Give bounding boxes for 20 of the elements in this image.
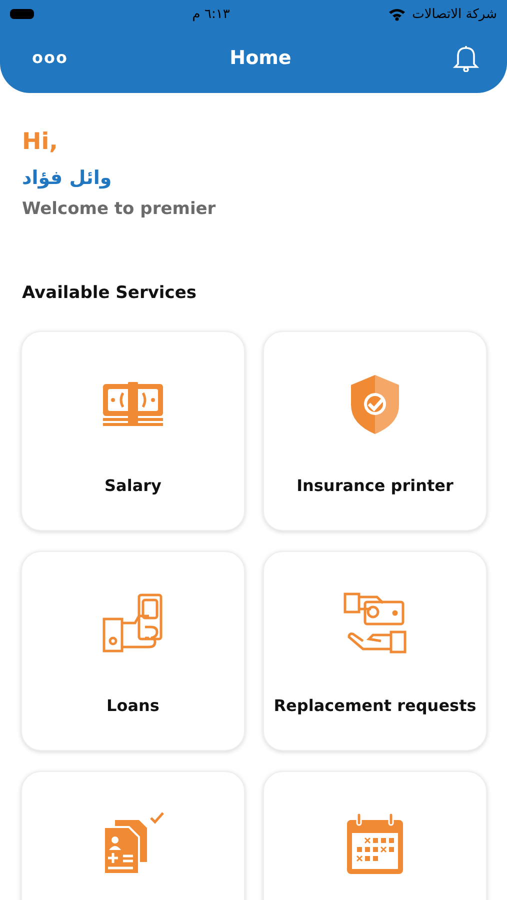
status-time: ٦:١٣ م <box>192 6 230 22</box>
service-card[interactable]: Salary <box>21 331 245 531</box>
service-label: Replacement requests <box>274 696 476 715</box>
service-card[interactable]: Replacement requests <box>263 551 487 751</box>
service-label: Loans <box>106 696 160 715</box>
carrier-name: شركة الاتصالات <box>412 6 497 22</box>
greeting-text: Hi, <box>22 129 58 155</box>
user-name: وائل فؤاد <box>22 167 112 189</box>
battery-icon <box>10 9 34 19</box>
menu-button[interactable]: ooo <box>32 48 68 67</box>
bell-icon[interactable] <box>453 44 479 72</box>
section-title: Available Services <box>22 283 198 303</box>
service-card[interactable]: Loans <box>21 551 245 751</box>
service-label: Insurance printer <box>296 476 454 495</box>
hands-money-icon <box>343 592 407 656</box>
welcome-text: Welcome to premier <box>22 199 216 219</box>
service-card[interactable]: Insurance printer <box>263 331 487 531</box>
service-label: Salary <box>104 476 162 495</box>
page-title: Home <box>230 46 292 68</box>
wifi-icon <box>388 8 406 20</box>
